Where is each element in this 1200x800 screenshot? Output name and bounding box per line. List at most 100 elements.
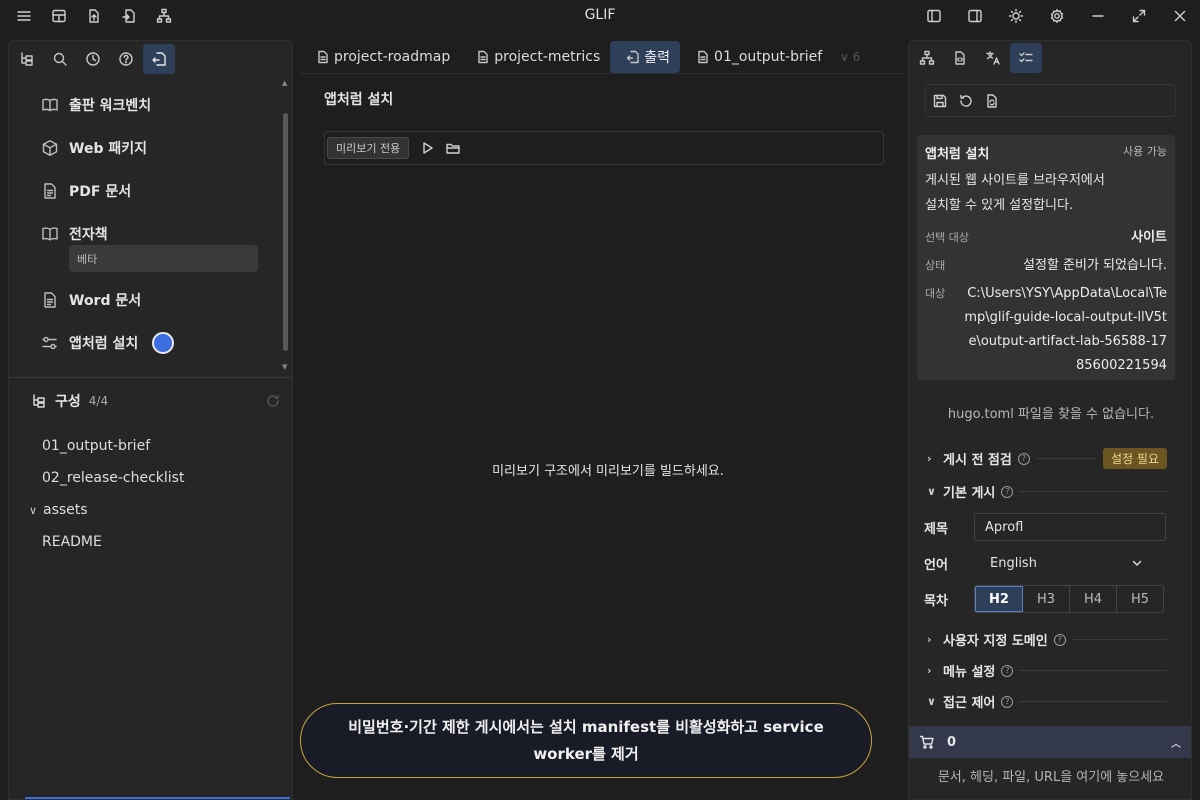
section-access-control[interactable]: ∨ 접근 제어 ? xyxy=(927,692,1167,711)
tab-project-roadmap[interactable]: project-roadmap xyxy=(300,41,460,73)
card-title: 앱처럼 설치 xyxy=(925,147,990,162)
tab-overflow-indicator[interactable]: ∨ 6 xyxy=(840,50,860,64)
card-description: 게시된 웹 사이트를 브라우저에서 설치할 수 있게 설정합니다. xyxy=(925,173,1105,213)
output-item-publishing-workbench[interactable]: 출판 워크벤치 xyxy=(9,83,279,126)
file-icon xyxy=(318,50,328,63)
inspector-actions xyxy=(925,84,1176,117)
settings-gear-icon[interactable] xyxy=(1036,0,1077,32)
history-clock-icon[interactable] xyxy=(77,44,109,74)
document-icon xyxy=(44,291,56,308)
language-select[interactable]: English xyxy=(974,549,1151,577)
translate-icon[interactable] xyxy=(977,43,1009,73)
tree-outline-icon[interactable] xyxy=(11,44,43,74)
hugo-missing-notice: hugo.toml 파일을 찾을 수 없습니다. xyxy=(947,407,1155,422)
export-icon[interactable] xyxy=(111,0,146,32)
cart-tray[interactable]: 0 ︿ xyxy=(909,726,1191,758)
output-item-label: Web 패키지 xyxy=(69,140,147,157)
setup-required-badge: 설정 필요 xyxy=(1103,448,1167,469)
language-field-row: 언어 English xyxy=(924,549,1174,577)
toggle-left-panel-icon[interactable] xyxy=(913,0,954,32)
scroll-up-arrow-icon[interactable]: ▲ xyxy=(282,79,287,87)
help-icon[interactable]: ? xyxy=(1017,452,1030,465)
chevron-down-icon: ∨ xyxy=(927,695,936,708)
title-label: 제목 xyxy=(924,521,948,537)
play-icon[interactable] xyxy=(419,140,435,156)
toc-option-h4[interactable]: H4 xyxy=(1070,586,1117,612)
preview-only-badge: 미리보기 전용 xyxy=(327,137,410,159)
title-input[interactable]: Aprofl xyxy=(974,513,1166,541)
output-item-web-package[interactable]: Web 패키지 xyxy=(9,126,279,169)
target-value: 사이트 xyxy=(1131,230,1167,245)
help-icon[interactable]: ? xyxy=(1053,633,1066,646)
active-indicator-dot xyxy=(152,331,175,354)
beta-badge: 베타 xyxy=(69,245,258,272)
scroll-down-arrow-icon[interactable]: ▼ xyxy=(282,363,287,371)
toc-option-h3[interactable]: H3 xyxy=(1023,586,1070,612)
hierarchy-icon[interactable] xyxy=(911,43,943,73)
tree-item-readme[interactable]: README xyxy=(9,526,279,558)
tab-output-brief[interactable]: 01_output-brief xyxy=(680,41,832,73)
hierarchy-icon[interactable] xyxy=(146,0,181,32)
status-value: 설정할 준비가 되었습니다. xyxy=(1023,258,1167,273)
file-sync-icon[interactable] xyxy=(984,93,1000,109)
section-divider xyxy=(9,377,292,378)
output-item-label: 전자책 xyxy=(69,226,108,243)
file-icon xyxy=(698,50,708,63)
book-icon xyxy=(42,226,58,240)
refresh-icon[interactable] xyxy=(265,393,281,409)
tree-folder-assets[interactable]: ∨ assets xyxy=(9,494,279,526)
output-export-icon[interactable] xyxy=(143,44,175,74)
output-item-install-as-app[interactable]: 앱처럼 설치 xyxy=(9,321,279,364)
scroll-thumb[interactable] xyxy=(283,113,288,351)
cart-count: 0 xyxy=(947,734,957,750)
config-count: 4/4 xyxy=(88,394,109,408)
config-tree: 01_output-brief 02_release-checklist ∨ as… xyxy=(9,430,279,558)
search-icon[interactable] xyxy=(44,44,76,74)
output-export-icon xyxy=(627,50,639,63)
chevron-up-icon[interactable]: ︿ xyxy=(1171,735,1181,750)
right-toolbar xyxy=(909,41,1191,75)
checklist-icon[interactable] xyxy=(1010,43,1042,73)
file-code-icon[interactable] xyxy=(944,43,976,73)
output-item-label: Word 문서 xyxy=(69,292,142,309)
chevron-down-icon xyxy=(1132,560,1142,566)
help-icon[interactable] xyxy=(110,44,142,74)
theme-sun-icon[interactable] xyxy=(995,0,1036,32)
destination-path: C:\Users\YSY\AppData\Local\Temp\glif-gui… xyxy=(964,286,1167,373)
section-precheck[interactable]: › 게시 전 점검 ? 설정 필요 xyxy=(927,448,1167,469)
editor-tab-bar: project-roadmap project-metrics 출력 01_ou… xyxy=(300,40,904,74)
output-item-pdf[interactable]: PDF 문서 xyxy=(9,169,279,212)
drop-zone-hint[interactable]: 문서, 헤딩, 파일, URL을 여기에 놓으세요 xyxy=(909,766,1191,785)
config-title: 구성 xyxy=(55,394,81,410)
minimize-icon[interactable] xyxy=(1077,0,1118,32)
help-icon[interactable]: ? xyxy=(1001,485,1014,498)
title-field-row: 제목 Aprofl xyxy=(924,513,1174,541)
menu-icon[interactable] xyxy=(6,0,41,32)
section-custom-domain[interactable]: › 사용자 지정 도메인 ? xyxy=(927,630,1167,649)
tree-item-release-checklist[interactable]: 02_release-checklist xyxy=(9,462,279,494)
target-key: 선택 대상 xyxy=(925,231,969,244)
toggle-right-panel-icon[interactable] xyxy=(954,0,995,32)
layout-icon[interactable] xyxy=(41,0,76,32)
tab-output[interactable]: 출력 xyxy=(610,40,681,73)
close-icon[interactable] xyxy=(1159,0,1200,32)
section-menu-settings[interactable]: › 메뉴 설정 ? xyxy=(927,661,1167,680)
section-basic-publish[interactable]: ∨ 기본 게시 ? xyxy=(927,482,1167,501)
toc-option-h2[interactable]: H2 xyxy=(975,586,1023,612)
notification-toast: 비밀번호·기간 제한 게시에서는 설치 manifest를 비활성화하고 ser… xyxy=(300,703,872,778)
output-item-word[interactable]: Word 문서 xyxy=(9,278,279,321)
output-item-label: PDF 문서 xyxy=(69,183,132,200)
chevron-right-icon: › xyxy=(927,452,932,465)
left-list-scrollbar[interactable]: ▲ ▼ xyxy=(282,79,288,371)
folder-open-icon[interactable] xyxy=(445,140,461,156)
tree-item-output-brief[interactable]: 01_output-brief xyxy=(9,430,279,462)
import-icon[interactable] xyxy=(76,0,111,32)
save-icon[interactable] xyxy=(932,93,948,109)
help-icon[interactable]: ? xyxy=(1001,695,1014,708)
help-icon[interactable]: ? xyxy=(1001,664,1014,677)
reset-icon[interactable] xyxy=(958,93,974,109)
maximize-icon[interactable] xyxy=(1118,0,1159,32)
tab-project-metrics[interactable]: project-metrics xyxy=(460,41,610,73)
toc-option-h5[interactable]: H5 xyxy=(1117,586,1163,612)
sliders-icon xyxy=(42,336,57,349)
